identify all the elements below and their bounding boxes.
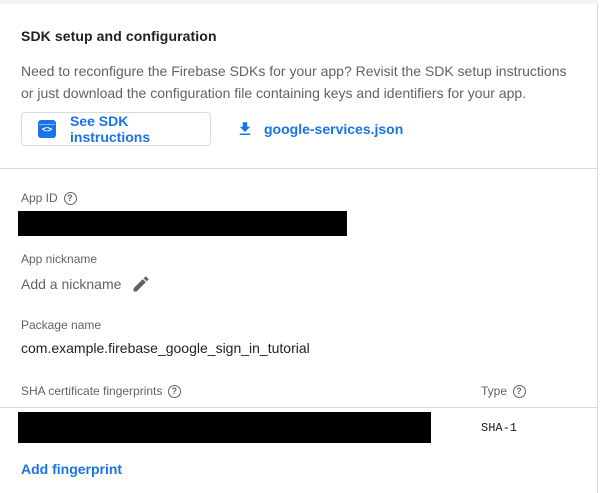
section-description: Need to reconfigure the Firebase SDKs fo… [21,63,567,101]
download-google-services-json-link[interactable]: google-services.json [236,112,403,146]
app-id-label: App ID ? [21,191,77,205]
app-id-redacted-value [18,211,347,236]
google-services-json-label: google-services.json [264,121,404,137]
see-sdk-instructions-label: See SDK instructions [70,113,151,145]
section-title: SDK setup and configuration [21,28,217,44]
type-column-label-text: Type [481,384,508,398]
app-nickname-placeholder: Add a nickname [21,276,122,292]
type-help-glyph: ? [516,385,522,396]
add-fingerprint-button[interactable]: Add fingerprint [21,461,122,477]
type-column-label: Type ? [481,384,527,398]
app-nickname-label: App nickname [21,252,97,266]
sdk-settings-card: SDK setup and configuration Need to reco… [0,0,598,493]
package-name-value: com.example.firebase_google_sign_in_tuto… [21,340,310,356]
see-sdk-instructions-button[interactable]: <> See SDK instructions [21,112,211,146]
sha-fingerprints-help-icon[interactable]: ? [168,384,182,398]
code-window-icon: <> [38,120,56,138]
sha-fingerprints-help-glyph: ? [171,385,178,396]
app-nickname-label-text: App nickname [21,252,98,266]
package-name-label: Package name [21,318,101,332]
sha-fingerprints-label-text: SHA certificate fingerprints [21,384,163,398]
app-id-help-icon[interactable]: ? [63,191,77,205]
app-id-help-glyph: ? [66,192,73,203]
sha-fingerprints-label: SHA certificate fingerprints ? [21,384,182,398]
code-window-icon-glyph: <> [41,125,53,135]
app-id-label-text: App ID [21,191,58,205]
sha-fingerprint-redacted-value [18,412,431,443]
app-nickname-field[interactable]: Add a nickname [21,272,151,296]
fingerprint-type: SHA-1 [481,421,518,435]
pencil-icon[interactable] [131,274,151,294]
download-icon [239,122,251,135]
type-help-icon[interactable]: ? [513,384,527,398]
package-name-label-text: Package name [21,318,102,332]
top-strip [0,0,598,4]
fingerprints-header-divider [0,407,598,408]
section-divider [0,168,598,169]
